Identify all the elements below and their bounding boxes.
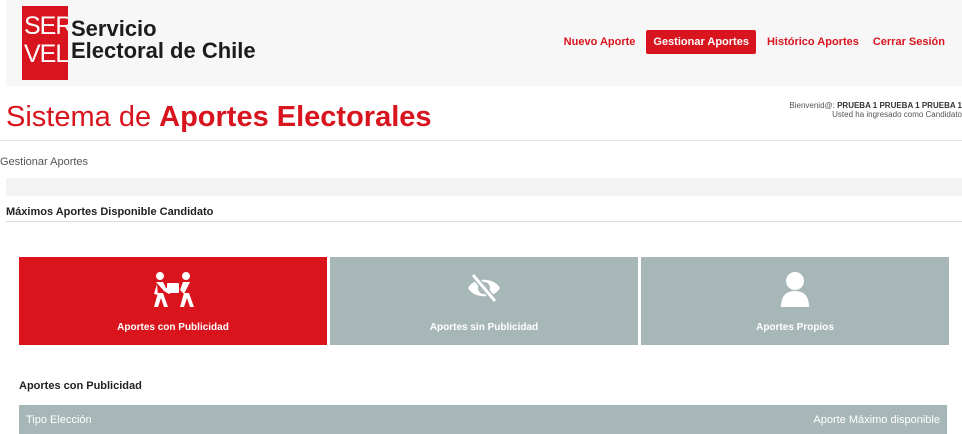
- welcome-prefix: Bienvenid@:: [789, 101, 838, 110]
- column-header-tipo-eleccion[interactable]: Tipo Elección: [26, 414, 92, 426]
- logo-line-2: VEL: [24, 40, 68, 68]
- nav-gestionar-aportes[interactable]: Gestionar Aportes: [646, 30, 756, 54]
- table-title: Aportes con Publicidad: [19, 380, 142, 392]
- aporte-type-cards: Aportes con Publicidad Aportes sin Publi…: [19, 257, 949, 345]
- eye-slash-icon: [464, 271, 504, 310]
- nav-cerrar-sesion[interactable]: Cerrar Sesión: [870, 30, 948, 54]
- section-divider: [6, 221, 962, 222]
- breadcrumb[interactable]: Gestionar Aportes: [0, 156, 88, 168]
- page-title-emphasis: Aportes Electorales: [159, 101, 432, 133]
- nav-historico-aportes[interactable]: Histórico Aportes: [764, 30, 862, 54]
- card-aportes-con-publicidad[interactable]: Aportes con Publicidad: [19, 257, 327, 345]
- welcome-line: Bienvenid@: PRUEBA 1 PRUEBA 1 PRUEBA 1: [789, 101, 962, 110]
- brand-line-1: Servicio: [71, 16, 157, 41]
- card-label: Aportes sin Publicidad: [429, 322, 539, 333]
- people-carry-icon: [150, 271, 196, 314]
- section-title: Máximos Aportes Disponible Candidato: [6, 206, 214, 218]
- card-label: Aportes Propios: [756, 322, 834, 333]
- user-icon: [779, 271, 811, 312]
- welcome-box: Bienvenid@: PRUEBA 1 PRUEBA 1 PRUEBA 1 U…: [789, 101, 962, 119]
- table-header: Tipo Elección Aporte Máximo disponible: [19, 405, 947, 434]
- welcome-role: Usted ha ingresado como Candidato: [832, 110, 962, 119]
- card-label: Aportes con Publicidad: [117, 322, 229, 333]
- welcome-user-name: PRUEBA 1 PRUEBA 1 PRUEBA 1: [837, 101, 962, 110]
- servel-logo[interactable]: SER VEL: [22, 6, 68, 80]
- card-aportes-sin-publicidad[interactable]: Aportes sin Publicidad: [330, 257, 638, 345]
- breadcrumb-band: [6, 178, 962, 196]
- logo-line-1: SER: [24, 12, 68, 40]
- page-title: Sistema de Aportes Electorales: [6, 100, 432, 134]
- brand-name: Servicio Electoral de Chile: [71, 18, 256, 62]
- header-bar: SER VEL Servicio Electoral de Chile Nuev…: [6, 0, 962, 86]
- column-header-aporte-maximo[interactable]: Aporte Máximo disponible: [813, 414, 940, 426]
- page-title-prefix: Sistema de: [6, 101, 160, 133]
- brand-line-2: Electoral de Chile: [71, 38, 256, 63]
- nav-nuevo-aporte[interactable]: Nuevo Aporte: [561, 30, 639, 54]
- card-aportes-propios[interactable]: Aportes Propios: [641, 257, 949, 345]
- divider: [0, 140, 962, 141]
- main-nav: Nuevo Aporte Gestionar Aportes Histórico…: [561, 30, 948, 54]
